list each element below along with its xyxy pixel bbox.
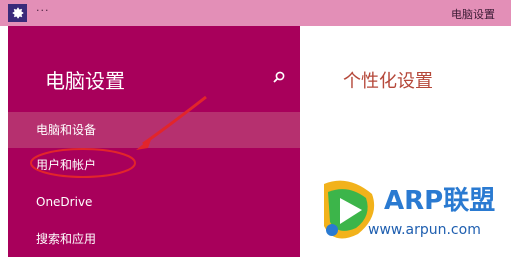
sidebar-item-pc-and-devices[interactable]: 电脑和设备 (8, 112, 300, 148)
sidebar-item-search-and-apps[interactable]: 搜索和应用 (8, 221, 300, 257)
sidebar-item-accounts[interactable]: 用户和帐户 (8, 147, 300, 183)
sidebar: 电脑设置 电脑和设备 用户和帐户 OneDrive 搜索和应用 (8, 26, 300, 257)
search-icon[interactable] (272, 70, 286, 84)
watermark: ARP联盟 www.arpun.com (318, 176, 508, 248)
sidebar-title: 电脑设置 (45, 69, 125, 93)
watermark-brand: ARP联盟 (384, 186, 496, 216)
sidebar-item-label: OneDrive (36, 195, 93, 209)
sidebar-item-label: 电脑和设备 (36, 123, 97, 137)
watermark-url: www.arpun.com (368, 222, 481, 238)
gear-icon[interactable] (8, 4, 27, 22)
sidebar-item-label: 搜索和应用 (36, 232, 97, 246)
title-bar: ··· 电脑设置 (0, 0, 511, 26)
sidebar-item-onedrive[interactable]: OneDrive (8, 184, 300, 220)
sidebar-item-label: 用户和帐户 (36, 158, 97, 172)
overflow-menu-button[interactable]: ··· (36, 4, 50, 17)
window-title: 电脑设置 (451, 8, 495, 21)
page-title: 个性化设置 (343, 71, 433, 92)
